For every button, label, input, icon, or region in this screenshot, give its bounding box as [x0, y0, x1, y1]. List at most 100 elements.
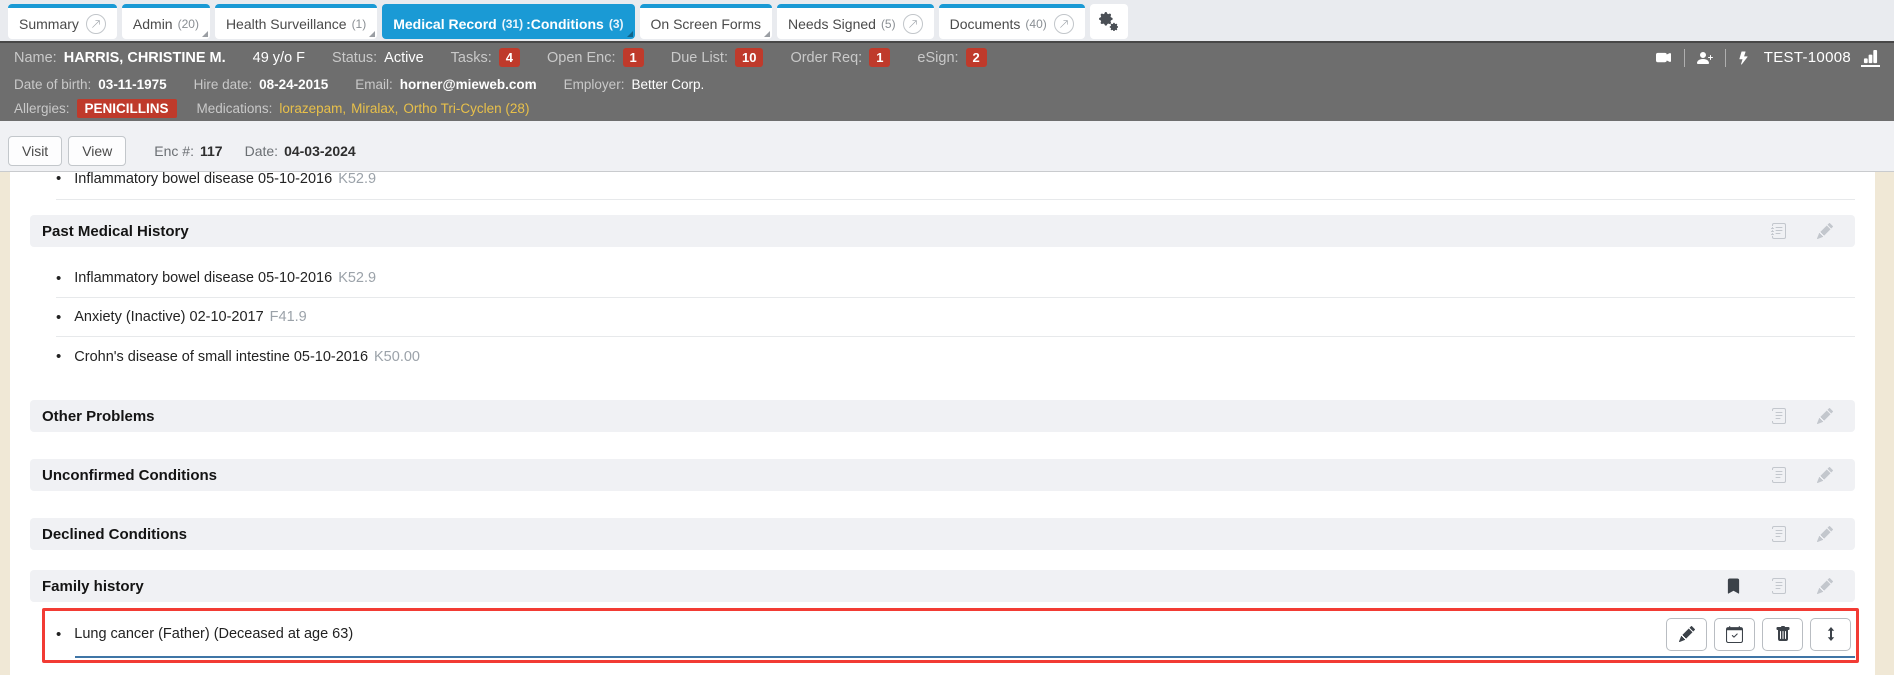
- pencil-icon[interactable]: [1817, 526, 1833, 542]
- patient-allergy-row: Allergies:PENICILLINS Medications: loraz…: [0, 96, 1894, 121]
- condition-code: F41.9: [270, 309, 307, 325]
- tab-documents-count: (40): [1025, 17, 1046, 31]
- visit-button[interactable]: Visit: [8, 136, 62, 166]
- due-list-label: Due List:: [671, 50, 728, 66]
- order-req-count-badge[interactable]: 1: [869, 48, 890, 67]
- tab-medical-record-suffix-count: (3): [609, 17, 624, 31]
- condition-code: K52.9: [338, 172, 376, 187]
- section-title: Past Medical History: [42, 223, 189, 240]
- tab-documents[interactable]: Documents (40): [939, 4, 1085, 39]
- tab-on-screen-forms-label: On Screen Forms: [651, 16, 761, 32]
- edit-item-button[interactable]: [1666, 618, 1707, 651]
- lightning-icon[interactable]: [1737, 50, 1750, 66]
- medication-link[interactable]: lorazepam,: [279, 101, 346, 116]
- popout-icon[interactable]: [903, 14, 923, 34]
- journal-icon[interactable]: [1771, 408, 1787, 424]
- open-enc-label: Open Enc:: [547, 50, 616, 66]
- patient-name: HARRIS, CHRISTINE M.: [64, 50, 226, 66]
- medications-label: Medications:: [197, 101, 273, 116]
- tasks-label: Tasks:: [451, 50, 492, 66]
- email-value: horner@mieweb.com: [400, 77, 537, 92]
- tab-admin[interactable]: Admin (20): [122, 4, 210, 39]
- tab-summary[interactable]: Summary: [8, 4, 117, 39]
- journal-icon[interactable]: [1771, 526, 1787, 542]
- section-title: Unconfirmed Conditions: [42, 467, 217, 484]
- tab-needs-signed[interactable]: Needs Signed (5): [777, 4, 934, 39]
- dob-value: 03-11-1975: [98, 77, 166, 92]
- separator: [56, 199, 1855, 200]
- item-actions: [1666, 618, 1855, 651]
- tab-health-surveillance-label: Health Surveillance: [226, 16, 347, 32]
- condition-item[interactable]: Crohn's disease of small intestine 05-10…: [56, 337, 1855, 376]
- bookmark-icon[interactable]: [1726, 578, 1741, 594]
- order-req-label: Order Req:: [790, 50, 862, 66]
- condition-item[interactable]: Anxiety (Inactive) 02-10-2017 F41.9: [56, 298, 1855, 337]
- condition-text: Inflammatory bowel disease 05-10-2016: [74, 270, 332, 286]
- conditions-panel: Inflammatory bowel disease 05-10-2016 K5…: [0, 172, 1894, 675]
- employer-value: Better Corp.: [631, 77, 704, 92]
- esign-count-badge[interactable]: 2: [966, 48, 987, 67]
- tab-on-screen-forms[interactable]: On Screen Forms: [640, 4, 772, 39]
- delete-item-button[interactable]: [1762, 618, 1803, 651]
- tab-medical-record[interactable]: Medical Record (31) :Conditions (3): [382, 4, 634, 39]
- pencil-icon[interactable]: [1817, 467, 1833, 483]
- drop-target-line: [75, 656, 1855, 658]
- vertical-resize-icon: [1823, 626, 1839, 642]
- patient-header: Name:HARRIS, CHRISTINE M. 49 y/o F Statu…: [0, 41, 1894, 121]
- section-past-medical-history: Past Medical History: [30, 215, 1855, 247]
- pencil-icon[interactable]: [1817, 578, 1833, 594]
- journal-icon[interactable]: [1771, 223, 1787, 239]
- condition-text: Crohn's disease of small intestine 05-10…: [74, 349, 368, 365]
- family-history-item[interactable]: Lung cancer (Father) (Deceased at age 63…: [56, 614, 1855, 654]
- condition-text: Anxiety (Inactive) 02-10-2017: [74, 309, 263, 325]
- enc-number-value: 117: [200, 143, 223, 159]
- tab-medical-record-suffix: :Conditions: [526, 16, 604, 32]
- open-enc-count-badge[interactable]: 1: [623, 48, 644, 67]
- pencil-icon[interactable]: [1817, 223, 1833, 239]
- patient-summary-row: Name:HARRIS, CHRISTINE M. 49 y/o F Statu…: [0, 43, 1894, 72]
- pencil-icon: [1679, 626, 1695, 642]
- condition-item[interactable]: Inflammatory bowel disease 05-10-2016 K5…: [56, 172, 1855, 198]
- divider: [1725, 49, 1726, 67]
- tab-settings-button[interactable]: [1090, 4, 1128, 39]
- tab-health-surveillance-count: (1): [352, 17, 367, 31]
- condition-code: K50.00: [374, 349, 420, 365]
- journal-icon[interactable]: [1771, 467, 1787, 483]
- tab-admin-count: (20): [178, 17, 199, 31]
- condition-item[interactable]: Inflammatory bowel disease 05-10-2016 K5…: [56, 259, 1855, 298]
- enc-date-label: Date:: [245, 143, 278, 159]
- medication-link[interactable]: Ortho Tri-Cyclen (28): [403, 101, 529, 116]
- tab-needs-signed-count: (5): [881, 17, 896, 31]
- person-add-icon[interactable]: [1696, 50, 1714, 66]
- clipped-scroll-item: Inflammatory bowel disease 05-10-2016 K5…: [30, 172, 1855, 199]
- popout-icon[interactable]: [1054, 14, 1074, 34]
- pencil-icon[interactable]: [1817, 408, 1833, 424]
- condition-text: Lung cancer (Father) (Deceased at age 63…: [74, 626, 353, 642]
- schedule-item-button[interactable]: [1714, 618, 1755, 651]
- enc-date-value: 04-03-2024: [284, 143, 356, 159]
- video-camera-icon[interactable]: [1654, 50, 1673, 65]
- tab-documents-label: Documents: [950, 16, 1021, 32]
- patient-demographics-row: Date of birth:03-11-1975 Hire date:08-24…: [0, 72, 1894, 96]
- journal-icon[interactable]: [1771, 578, 1787, 594]
- reorder-item-button[interactable]: [1810, 618, 1851, 651]
- medication-link[interactable]: Miralax,: [351, 101, 398, 116]
- allergy-badge[interactable]: PENICILLINS: [77, 99, 177, 118]
- due-list-count-badge[interactable]: 10: [735, 48, 763, 67]
- section-title: Declined Conditions: [42, 526, 187, 543]
- popout-icon[interactable]: [86, 14, 106, 34]
- email-label: Email:: [355, 77, 393, 92]
- divider: [1684, 49, 1685, 67]
- section-unconfirmed-conditions: Unconfirmed Conditions: [30, 459, 1855, 491]
- trash-icon: [1775, 626, 1791, 642]
- tab-health-surveillance[interactable]: Health Surveillance (1): [215, 4, 377, 39]
- view-button[interactable]: View: [68, 136, 126, 166]
- tasks-count-badge[interactable]: 4: [499, 48, 520, 67]
- tab-medical-record-count: (31): [502, 17, 523, 31]
- tab-needs-signed-label: Needs Signed: [788, 16, 876, 32]
- calendar-check-icon: [1726, 626, 1743, 643]
- tab-admin-label: Admin: [133, 16, 173, 32]
- tab-medical-record-label: Medical Record: [393, 16, 496, 32]
- tab-bar: Summary Admin (20) Health Surveillance (…: [0, 0, 1894, 41]
- bar-chart-icon[interactable]: [1861, 49, 1880, 67]
